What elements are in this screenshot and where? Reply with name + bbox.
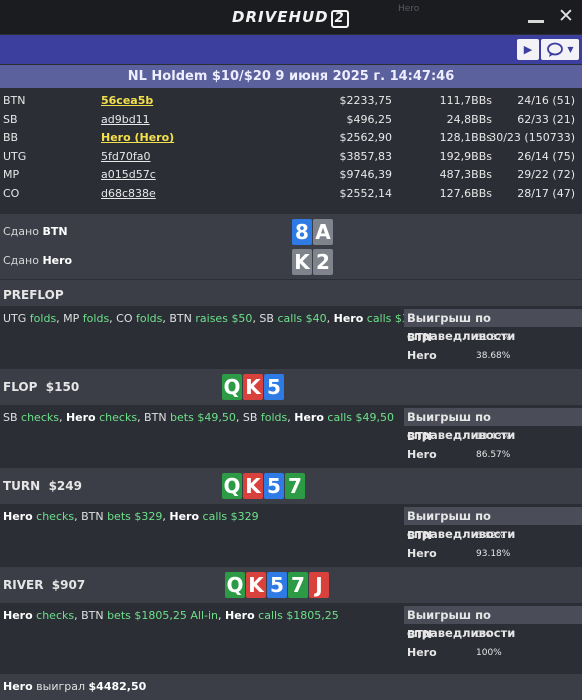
player-row: BTN 56cea5b $2233,75 111,7BBs 24/16 (51) [0, 92, 582, 111]
players-table: BTN 56cea5b $2233,75 111,7BBs 24/16 (51)… [0, 92, 582, 204]
player-position: SB [3, 112, 18, 126]
player-row: CO d68c838e $2552,14 127,6BBs 28/17 (47) [0, 185, 582, 204]
equity-header: Выигрыш по справедливости [404, 606, 582, 640]
equity-header: Выигрыш по справедливости [404, 408, 582, 442]
background-ghost-text: Hero [398, 4, 420, 14]
player-row: SB ad9bd11 $496,25 24,8BBs 62/33 (21) [0, 111, 582, 130]
street-header-preflop: PREFLOP [0, 280, 582, 306]
player-position: BB [3, 131, 19, 145]
preflop-actions: UTG folds, MP folds, CO folds, BTN raise… [3, 312, 416, 325]
board-card: Q [222, 374, 242, 400]
toolbar: ▶ ▼ [0, 35, 582, 64]
player-stack-bbs: 127,6BBs [439, 186, 492, 200]
player-stats: 26/14 (75) [517, 149, 575, 163]
equity-value: 86.57% [476, 450, 511, 460]
chevron-down-icon: ▼ [567, 45, 574, 54]
player-name-link[interactable]: Hero (Hero) [101, 129, 174, 147]
player-stack-bbs: 24,8BBs [446, 112, 492, 126]
board-card: K [243, 473, 263, 499]
player-name-link[interactable]: ad9bd11 [101, 111, 150, 129]
play-icon: ▶ [523, 43, 533, 56]
hand-result: Hero выиграл $4482,50 [0, 674, 582, 700]
equity-value: 13.43% [476, 432, 511, 442]
player-stats: 28/17 (47) [517, 186, 575, 200]
equity-value: 0% [476, 630, 491, 640]
dealt-hero-label: Сдано Hero [3, 254, 73, 267]
board-card: Q [222, 473, 242, 499]
equity-player: Hero [407, 646, 437, 659]
player-position: MP [3, 168, 20, 182]
player-stack: $496,25 [346, 112, 393, 126]
equity-value: 61.32% [476, 333, 511, 343]
equity-player: BTN [407, 331, 433, 344]
chat-dropdown-button[interactable]: ▼ [541, 39, 579, 60]
player-row: BB Hero (Hero) $2562,90 128,1BBs 30/23 (… [0, 129, 582, 148]
player-stack-bbs: 487,3BBs [439, 168, 492, 182]
equity-header: Выигрыш по справедливости [404, 309, 582, 343]
player-name-link[interactable]: 56cea5b [101, 92, 153, 110]
player-name-link[interactable]: 5fd70fa0 [101, 148, 150, 166]
equity-header: Выигрыш по справедливости [404, 507, 582, 541]
player-stack: $2562,90 [339, 131, 393, 145]
title-bar: DRIVEHUD 2 Hero ✕ [0, 0, 582, 34]
equity-value: 38.68% [476, 351, 511, 361]
river-actions: Hero checks, BTN bets $1805,25 All-in, H… [3, 609, 339, 622]
player-name-link[interactable]: d68c838e [101, 185, 156, 203]
hole-card: 8 [292, 219, 312, 245]
street-header-flop: FLOP $150 Q K 5 [0, 369, 582, 405]
board-card: 7 [288, 572, 308, 598]
app-logo: DRIVEHUD 2 [232, 8, 349, 28]
player-stats: 30/23 (150733) [489, 131, 575, 145]
player-stack-bbs: 192,9BBs [439, 149, 492, 163]
player-stats: 29/22 (72) [517, 168, 575, 182]
board-card: 5 [264, 374, 284, 400]
player-stats: 62/33 (21) [517, 112, 575, 126]
street-header-river: RIVER $907 Q K 5 7 J [0, 567, 582, 603]
player-position: CO [3, 186, 20, 200]
player-stack: $9746,39 [339, 168, 393, 182]
equity-player: Hero [407, 349, 437, 362]
play-button[interactable]: ▶ [517, 39, 539, 60]
player-stats: 24/16 (51) [517, 94, 575, 107]
equity-player: Hero [407, 547, 437, 560]
dealt-cards-section: Сдано BTN Сдано Hero 8 A K 2 [0, 214, 582, 279]
turn-actions: Hero checks, BTN bets $329, Hero calls $… [3, 510, 259, 523]
player-row: UTG 5fd70fa0 $3857,83 192,9BBs 26/14 (75… [0, 148, 582, 167]
board-card: K [243, 374, 263, 400]
player-stack: $2552,14 [339, 186, 393, 200]
equity-value: 100% [476, 648, 502, 658]
board-card: 5 [267, 572, 287, 598]
equity-value: 93.18% [476, 549, 511, 559]
equity-player: BTN [407, 430, 433, 443]
dealt-btn-label: Сдано BTN [3, 225, 68, 238]
equity-value: 6.82% [476, 531, 505, 541]
player-stack: $3857,83 [339, 149, 393, 163]
board-card: K [246, 572, 266, 598]
board-card: 5 [264, 473, 284, 499]
player-position: BTN [3, 94, 26, 107]
player-row: MP a015d57c $9746,39 487,3BBs 29/22 (72) [0, 166, 582, 185]
street-header-turn: TURN $249 Q K 5 7 [0, 468, 582, 504]
player-stack-bbs: 128,1BBs [439, 131, 492, 145]
board-card: 7 [285, 473, 305, 499]
player-position: UTG [3, 149, 27, 163]
hole-card: A [313, 219, 333, 245]
player-stack: $2233,75 [339, 94, 393, 107]
board-card: Q [225, 572, 245, 598]
flop-actions: SB checks, Hero checks, BTN bets $49,50,… [3, 411, 395, 424]
close-icon[interactable]: ✕ [558, 6, 574, 26]
equity-player: BTN [407, 628, 433, 641]
hand-title: NL Holdem $10/$20 9 июня 2025 г. 14:47:4… [0, 65, 582, 88]
hole-card: 2 [313, 249, 333, 275]
equity-player: BTN [407, 529, 433, 542]
chat-icon [547, 42, 564, 57]
minimize-icon[interactable] [528, 20, 544, 23]
player-stack-bbs: 111,7BBs [439, 94, 492, 107]
equity-player: Hero [407, 448, 437, 461]
player-name-link[interactable]: a015d57c [101, 166, 156, 184]
board-card: J [309, 572, 329, 598]
hole-card: K [292, 249, 312, 275]
